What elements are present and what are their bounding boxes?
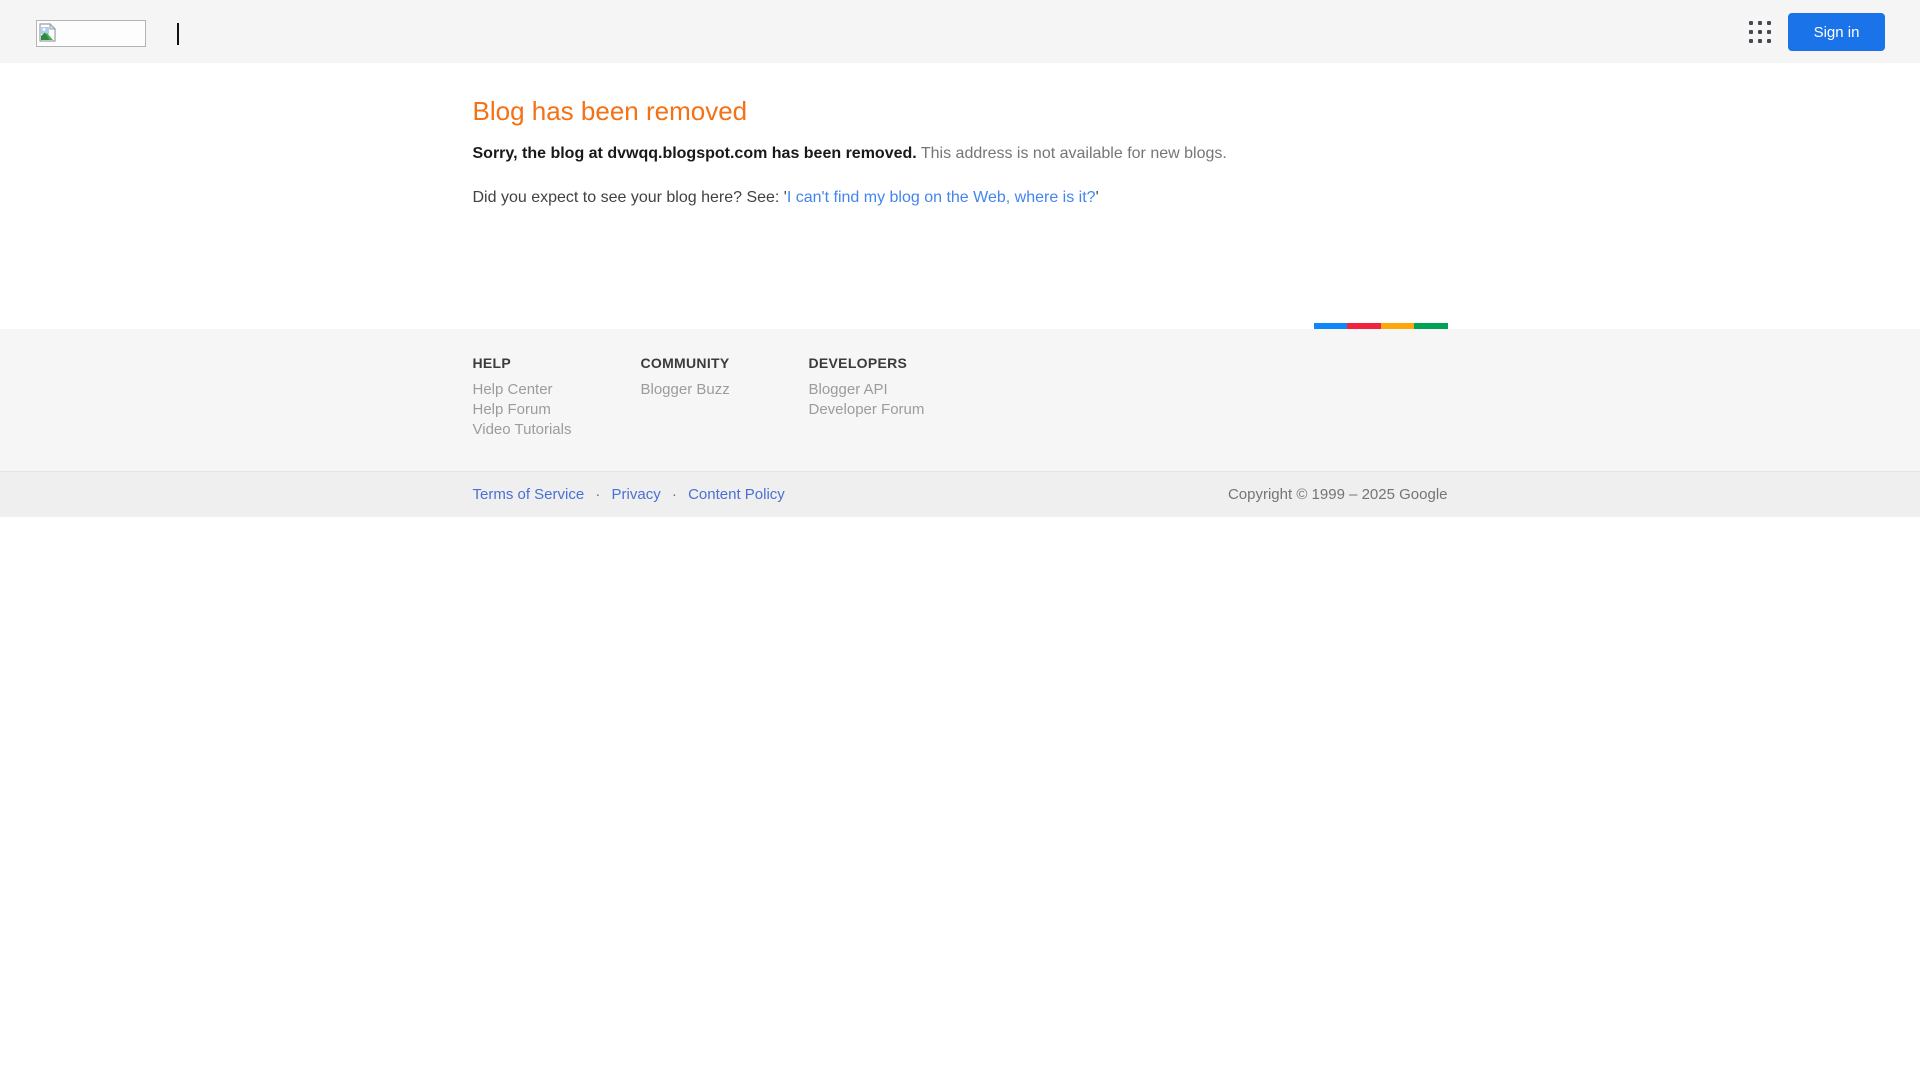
content-policy-link[interactable]: Content Policy [688, 486, 785, 503]
footer-link-blogger-api[interactable]: Blogger API [809, 381, 888, 398]
removed-message-bold: Sorry, the blog at dvwqq.blogspot.com ha… [472, 145, 917, 162]
text-caret [177, 23, 179, 45]
footer-link-video-tutorials[interactable]: Video Tutorials [473, 421, 572, 438]
rainbow-segment [1380, 323, 1414, 329]
cant-find-blog-link[interactable]: I can't find my blog on the Web, where i… [787, 189, 1096, 206]
google-apps-grid-icon[interactable] [1749, 21, 1771, 43]
footer-column-help: HELP Help Center Help Forum Video Tutori… [473, 355, 641, 440]
removed-message-rest: This address is not available for new bl… [920, 145, 1227, 162]
privacy-link[interactable]: Privacy [612, 486, 661, 503]
footer-legal-bar: Terms of Service · Privacy · Content Pol… [0, 471, 1920, 517]
footer-column-community: COMMUNITY Blogger Buzz [641, 355, 809, 440]
blogger-logo-broken-image[interactable] [36, 20, 146, 47]
rainbow-segment [1414, 323, 1448, 329]
broken-image-icon [39, 23, 143, 42]
removed-message: Sorry, the blog at dvwqq.blogspot.com ha… [473, 144, 1448, 164]
footer-heading-developers: DEVELOPERS [808, 355, 908, 371]
header: Sign in [0, 0, 1920, 63]
page-title: Blog has been removed [472, 96, 748, 126]
expect-message: Did you expect to see your blog here? Se… [473, 188, 1448, 208]
rainbow-segment [1313, 323, 1347, 329]
footer-heading-community: COMMUNITY [640, 355, 730, 371]
copyright-text: Copyright © 1999 – 2025 Google [1227, 486, 1448, 503]
rainbow-segment [1347, 323, 1381, 329]
expect-prefix: Did you expect to see your blog here? Se… [472, 189, 787, 206]
main-content: Blog has been removed Sorry, the blog at… [0, 63, 1920, 323]
legal-links: Terms of Service · Privacy · Content Pol… [473, 486, 785, 503]
footer-heading-help: HELP [472, 355, 512, 371]
footer-column-developers: DEVELOPERS Blogger API Developer Forum [809, 355, 977, 440]
footer-link-developer-forum[interactable]: Developer Forum [809, 401, 925, 418]
separator-dot: · [595, 486, 601, 503]
separator-dot: · [671, 486, 677, 503]
expect-suffix: ' [1095, 189, 1099, 206]
sign-in-button[interactable]: Sign in [1788, 13, 1885, 51]
footer-link-blogger-buzz[interactable]: Blogger Buzz [641, 381, 730, 398]
rainbow-bar [1313, 323, 1448, 329]
terms-of-service-link[interactable]: Terms of Service [473, 486, 585, 503]
footer: HELP Help Center Help Forum Video Tutori… [0, 329, 1920, 471]
footer-link-help-center[interactable]: Help Center [473, 381, 553, 398]
footer-link-help-forum[interactable]: Help Forum [473, 401, 551, 418]
